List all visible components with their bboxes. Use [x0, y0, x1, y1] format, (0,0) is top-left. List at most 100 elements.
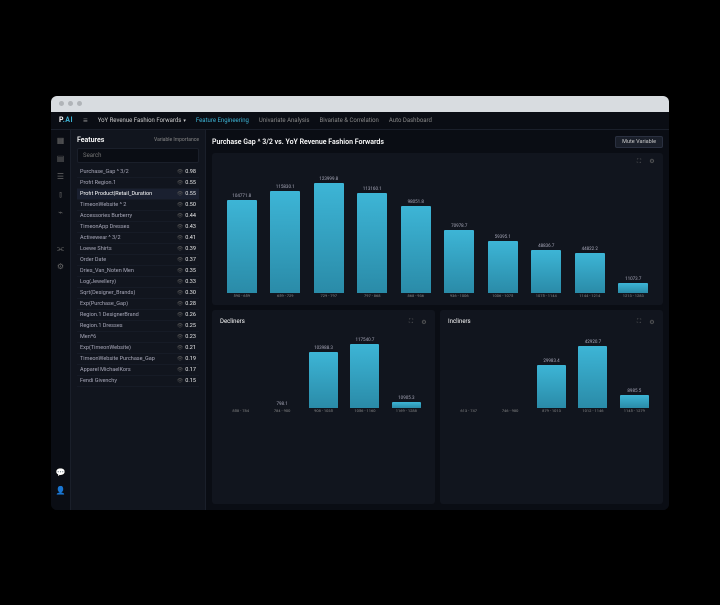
nav-univariate[interactable]: Univariate Analysis: [259, 117, 310, 124]
eye-icon[interactable]: 👁: [177, 356, 183, 362]
chat-icon[interactable]: 💬: [56, 468, 66, 478]
feature-row[interactable]: Profit Region.1👁0.55: [77, 178, 199, 189]
eye-icon[interactable]: 👁: [177, 378, 183, 384]
nav-auto-dashboard[interactable]: Auto Dashboard: [389, 117, 432, 124]
layers-icon[interactable]: ☰: [56, 172, 66, 182]
gear-icon[interactable]: ⚙: [647, 317, 657, 327]
feature-row[interactable]: Region.1 Dresses👁0.25: [77, 321, 199, 332]
bar-column: 29983.4879 - 1013: [531, 359, 572, 414]
gear-icon[interactable]: ⚙: [647, 157, 657, 167]
expand-icon[interactable]: ⛶: [634, 317, 644, 327]
feature-row[interactable]: Apparel MichaelKors👁0.17: [77, 365, 199, 376]
eye-icon[interactable]: 👁: [177, 202, 183, 208]
bar-column: 48836.71075 - 1144: [525, 244, 569, 299]
feature-name: Profit Product|Retail_Duration: [80, 191, 177, 197]
gear-icon[interactable]: ⚙: [419, 317, 429, 327]
eye-icon[interactable]: 👁: [177, 246, 183, 252]
feature-value: 👁0.55: [177, 191, 196, 197]
bar: [314, 183, 344, 293]
eye-icon[interactable]: 👁: [177, 290, 183, 296]
bar: [350, 344, 379, 408]
eye-icon[interactable]: 👁: [177, 312, 183, 318]
traffic-light-close[interactable]: [59, 101, 64, 106]
feature-row[interactable]: Log(Jewellery)👁0.33: [77, 277, 199, 288]
decliners-title: Decliners: [218, 316, 245, 329]
feature-value: 👁0.98: [177, 169, 196, 175]
feature-row[interactable]: Activewear ^ 3/2👁0.41: [77, 233, 199, 244]
feature-row[interactable]: Accessories Burberry👁0.44: [77, 211, 199, 222]
bar-value: 117540.7: [355, 338, 374, 343]
feature-row[interactable]: Fendi Givenchy👁0.15: [77, 376, 199, 387]
eye-icon[interactable]: 👁: [177, 180, 183, 186]
expand-icon[interactable]: ⛶: [634, 157, 644, 167]
grid-icon[interactable]: ▦: [56, 136, 66, 146]
traffic-light-max[interactable]: [77, 101, 82, 106]
feature-row[interactable]: Order Date👁0.37: [77, 255, 199, 266]
feature-row[interactable]: Dries_Van_Noten Men👁0.35: [77, 266, 199, 277]
link-icon[interactable]: ⫘: [56, 244, 66, 254]
eye-icon[interactable]: 👁: [177, 169, 183, 175]
feature-row[interactable]: Loewe Shirts👁0.39: [77, 244, 199, 255]
feature-row[interactable]: Sqrt(Designer_Brands)👁0.30: [77, 288, 199, 299]
feature-name: Apparel MichaelKors: [80, 367, 177, 373]
feature-row[interactable]: Men*6👁0.23: [77, 332, 199, 343]
feature-row[interactable]: Profit Product|Retail_Duration👁0.55: [77, 189, 199, 200]
clipboard-icon[interactable]: ▤: [56, 154, 66, 164]
bar-value: 59395.1: [495, 235, 511, 240]
eye-icon[interactable]: 👁: [177, 257, 183, 263]
bar-column: 113160.1797 - 868: [351, 187, 395, 298]
feature-row[interactable]: Region.1 DesignerBrand👁0.26: [77, 310, 199, 321]
workspace-selector[interactable]: YoY Revenue Fashion Forwards▾: [98, 117, 186, 124]
feature-row[interactable]: Exp(Purchase_Gap)👁0.28: [77, 299, 199, 310]
bar: [488, 241, 518, 294]
mute-variable-button[interactable]: Mute Variable: [615, 136, 663, 148]
eye-icon[interactable]: 👁: [177, 224, 183, 230]
feature-row[interactable]: TimeonWebsite ^ 2👁0.50: [77, 200, 199, 211]
feature-value: 👁0.41: [177, 235, 196, 241]
nav-bivariate[interactable]: Bivariate & Correlation: [320, 117, 379, 124]
feature-value: 👁0.26: [177, 312, 196, 318]
eye-icon[interactable]: 👁: [177, 334, 183, 340]
bar-category: 1145 - 1279: [624, 409, 645, 413]
bar: [309, 352, 338, 408]
eye-icon[interactable]: 👁: [177, 367, 183, 373]
nav-feature-engineering[interactable]: Feature Engineering: [196, 117, 249, 124]
eye-icon[interactable]: 👁: [177, 301, 183, 307]
expand-icon[interactable]: ⛶: [406, 317, 416, 327]
bar-value: 98051.8: [408, 200, 424, 205]
eye-icon[interactable]: 👁: [177, 235, 183, 241]
feature-value: 👁0.33: [177, 279, 196, 285]
bar: [575, 253, 605, 293]
eye-icon[interactable]: 👁: [177, 268, 183, 274]
traffic-light-min[interactable]: [68, 101, 73, 106]
bar: [531, 250, 561, 293]
eye-icon[interactable]: 👁: [177, 323, 183, 329]
feature-value: 👁0.25: [177, 323, 196, 329]
user-icon[interactable]: 👤: [56, 486, 66, 496]
tag-icon[interactable]: ⌁: [56, 208, 66, 218]
bar-value: 104771.8: [232, 194, 251, 199]
feature-row[interactable]: Exp(TimeonWebsite)👁0.21: [77, 343, 199, 354]
search-input[interactable]: [77, 148, 199, 163]
feature-row[interactable]: TimeonWebsite Purchase_Gap👁0.19: [77, 354, 199, 365]
window-titlebar: [51, 96, 669, 112]
feature-value: 👁0.19: [177, 356, 196, 362]
chart-icon[interactable]: ⫾: [56, 190, 66, 200]
bar-column: 42920.71012 - 1146: [572, 340, 613, 413]
bar-column: 8985.51145 - 1279: [614, 389, 655, 413]
feature-row[interactable]: Purchase_Gap ^ 3/2👁0.98: [77, 167, 199, 178]
bar-column: 858 - 784: [220, 402, 261, 413]
feature-row[interactable]: TimeonApp Dresses👁0.43: [77, 222, 199, 233]
eye-icon[interactable]: 👁: [177, 213, 183, 219]
eye-icon[interactable]: 👁: [177, 191, 183, 197]
settings-icon[interactable]: ⚙: [56, 262, 66, 272]
bar-value: 10905.3: [398, 396, 414, 401]
eye-icon[interactable]: 👁: [177, 279, 183, 285]
content-area: ▦ ▤ ☰ ⫾ ⌁ ⫘ ⚙ 💬 👤 Features Variable Impo…: [51, 130, 669, 510]
menu-icon[interactable]: ≡: [83, 116, 88, 125]
bar-category: 1213 - 1283: [623, 294, 644, 298]
eye-icon[interactable]: 👁: [177, 345, 183, 351]
feature-value: 👁0.39: [177, 246, 196, 252]
app-logo: P.AI: [59, 116, 73, 124]
feature-name: Purchase_Gap ^ 3/2: [80, 169, 177, 175]
